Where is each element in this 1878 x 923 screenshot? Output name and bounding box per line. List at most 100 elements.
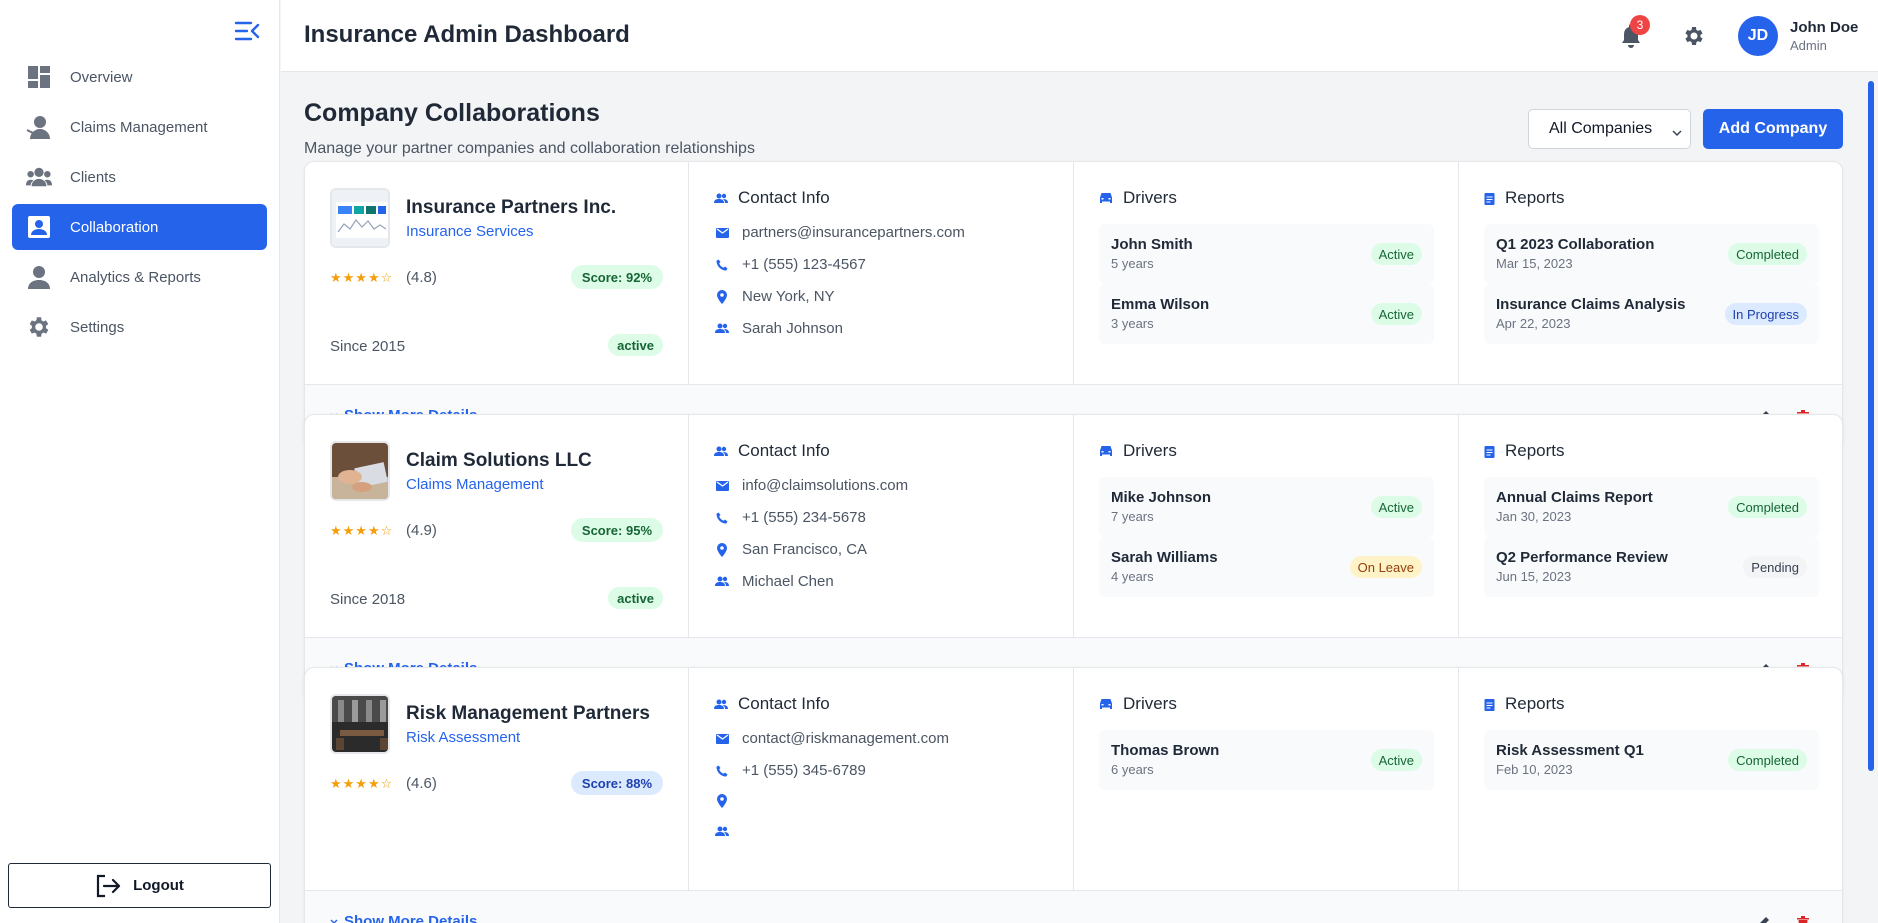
report-title: Insurance Claims Analysis xyxy=(1496,296,1686,313)
sidebar-item-claims-management[interactable]: Claims Management xyxy=(12,104,267,150)
drivers-section: Drivers John Smith 5 years Active Emma Wils… xyxy=(1074,162,1459,384)
driver-status-badge: Active xyxy=(1370,243,1422,265)
driver-experience: 4 years xyxy=(1111,569,1154,584)
company-summary: Claim Solutions LLC Claims Management ★★… xyxy=(305,415,689,637)
contact-location: San Francisco, CA xyxy=(742,541,868,558)
report-date: Jan 30, 2023 xyxy=(1496,509,1572,524)
main-content: Company Collaborations Manage your partn… xyxy=(281,73,1878,923)
reports-title: Reports xyxy=(1505,694,1565,713)
drivers-title: Drivers xyxy=(1123,441,1177,460)
user-avatar[interactable]: JD xyxy=(1738,16,1778,56)
delete-trash-icon[interactable] xyxy=(1797,916,1813,923)
driver-status-badge: Active xyxy=(1370,749,1422,771)
people-icon xyxy=(714,576,730,587)
email-row: partners@insurancepartners.com xyxy=(714,224,965,241)
sidebar-item-label: Overview xyxy=(70,68,133,86)
group-icon xyxy=(26,164,52,190)
location-pin-icon xyxy=(714,542,730,557)
show-more-details-button[interactable]: Show More Details xyxy=(330,913,477,923)
driver-item[interactable]: Sarah Williams 4 years On Leave xyxy=(1099,537,1434,597)
gear-icon xyxy=(26,314,52,340)
filter-selected-value: All Companies xyxy=(1549,120,1653,137)
sidebar-item-label: Collaboration xyxy=(70,218,159,236)
company-summary: Risk Management Partners Risk Assessment… xyxy=(305,668,689,890)
status-badge: active xyxy=(608,587,663,609)
people-icon xyxy=(714,446,728,457)
clipboard-icon xyxy=(1484,192,1495,205)
company-type: Claims Management xyxy=(406,476,544,493)
sidebar-item-collaboration[interactable]: Collaboration xyxy=(12,204,267,250)
driver-status-badge: Active xyxy=(1370,496,1422,518)
driver-name: Emma Wilson xyxy=(1111,296,1210,313)
contact-info-title: Contact Info xyxy=(738,188,830,207)
report-title: Q2 Performance Review xyxy=(1496,549,1668,566)
person-claim-icon xyxy=(26,114,52,140)
car-icon xyxy=(1099,698,1113,710)
page-title: Company Collaborations xyxy=(304,99,600,127)
report-status-badge: Completed xyxy=(1728,749,1807,771)
scrollbar-thumb[interactable] xyxy=(1868,81,1874,771)
location-row: New York, NY xyxy=(714,288,835,305)
car-icon xyxy=(1099,192,1113,204)
driver-item[interactable]: Emma Wilson 3 years Active xyxy=(1099,284,1434,344)
report-item[interactable]: Q1 2023 Collaboration Mar 15, 2023 Complet… xyxy=(1484,224,1819,284)
page-subtitle: Manage your partner companies and collab… xyxy=(304,140,755,157)
partner-since: Since 2015 xyxy=(330,338,406,355)
company-type: Insurance Services xyxy=(406,223,534,240)
chevron-down-icon xyxy=(330,919,338,923)
mail-icon xyxy=(714,480,730,491)
top-header: Insurance Admin Dashboard 3 JD John Doe … xyxy=(281,0,1878,72)
clipboard-icon xyxy=(1484,698,1495,711)
driver-item[interactable]: Thomas Brown 6 years Active xyxy=(1099,730,1434,790)
rating-value: (4.8) xyxy=(406,269,437,286)
report-item[interactable]: Insurance Claims Analysis Apr 22, 2023 In … xyxy=(1484,284,1819,344)
sidebar-item-label: Claims Management xyxy=(70,118,208,136)
report-item[interactable]: Risk Assessment Q1 Feb 10, 2023 Completed xyxy=(1484,730,1819,790)
driver-experience: 6 years xyxy=(1111,762,1154,777)
people-icon xyxy=(714,323,730,334)
add-company-button[interactable]: Add Company xyxy=(1703,109,1843,149)
company-filter-select[interactable]: All Companies xyxy=(1528,109,1691,149)
sidebar-item-clients[interactable]: Clients xyxy=(12,154,267,200)
score-badge: Score: 88% xyxy=(570,771,663,795)
contact-person-row xyxy=(714,826,742,837)
report-status-badge: In Progress xyxy=(1724,303,1807,325)
report-title: Risk Assessment Q1 xyxy=(1496,742,1644,759)
contact-email[interactable]: contact@riskmanagement.com xyxy=(742,730,949,747)
report-title: Annual Claims Report xyxy=(1496,489,1653,506)
settings-gear-icon[interactable] xyxy=(1682,24,1706,48)
report-item[interactable]: Annual Claims Report Jan 30, 2023 Complete… xyxy=(1484,477,1819,537)
sidebar-item-overview[interactable]: Overview xyxy=(12,54,267,100)
reports-section: Reports Annual Claims Report Jan 30, 2023… xyxy=(1459,415,1842,637)
drivers-title: Drivers xyxy=(1123,188,1177,207)
contact-info-section: Contact Info contact@riskmanagement.com … xyxy=(689,668,1074,890)
report-title: Q1 2023 Collaboration xyxy=(1496,236,1655,253)
logout-button[interactable]: Logout xyxy=(8,863,271,908)
company-logo xyxy=(330,441,390,501)
contact-phone: +1 (555) 234-5678 xyxy=(742,509,866,526)
sidebar-item-label: Clients xyxy=(70,168,116,186)
report-status-badge: Completed xyxy=(1728,496,1807,518)
menu-collapse-icon[interactable] xyxy=(234,20,262,42)
company-name: Risk Management Partners xyxy=(406,703,650,724)
report-item[interactable]: Q2 Performance Review Jun 15, 2023 Pending xyxy=(1484,537,1819,597)
driver-experience: 5 years xyxy=(1111,256,1154,271)
drivers-section: Drivers Thomas Brown 6 years Active xyxy=(1074,668,1459,890)
person-icon xyxy=(26,264,52,290)
sidebar-item-settings[interactable]: Settings xyxy=(12,304,267,350)
logout-label: Logout xyxy=(133,877,184,894)
contact-email[interactable]: info@claimsolutions.com xyxy=(742,477,908,494)
contact-person: Sarah Johnson xyxy=(742,320,843,337)
company-card: Insurance Partners Inc. Insurance Servic… xyxy=(304,161,1843,448)
scrollbar[interactable] xyxy=(1862,73,1878,923)
edit-pencil-icon[interactable] xyxy=(1756,916,1772,923)
company-summary: Insurance Partners Inc. Insurance Servic… xyxy=(305,162,689,384)
contact-info-section: Contact Info partners@insurancepartners.… xyxy=(689,162,1074,384)
chevron-down-icon xyxy=(1672,124,1682,142)
driver-item[interactable]: Mike Johnson 7 years Active xyxy=(1099,477,1434,537)
driver-item[interactable]: John Smith 5 years Active xyxy=(1099,224,1434,284)
drivers-section: Drivers Mike Johnson 7 years Active Sarah W… xyxy=(1074,415,1459,637)
contact-email[interactable]: partners@insurancepartners.com xyxy=(742,224,965,241)
sidebar-item-analytics-reports[interactable]: Analytics & Reports xyxy=(12,254,267,300)
report-date: Apr 22, 2023 xyxy=(1496,316,1571,331)
